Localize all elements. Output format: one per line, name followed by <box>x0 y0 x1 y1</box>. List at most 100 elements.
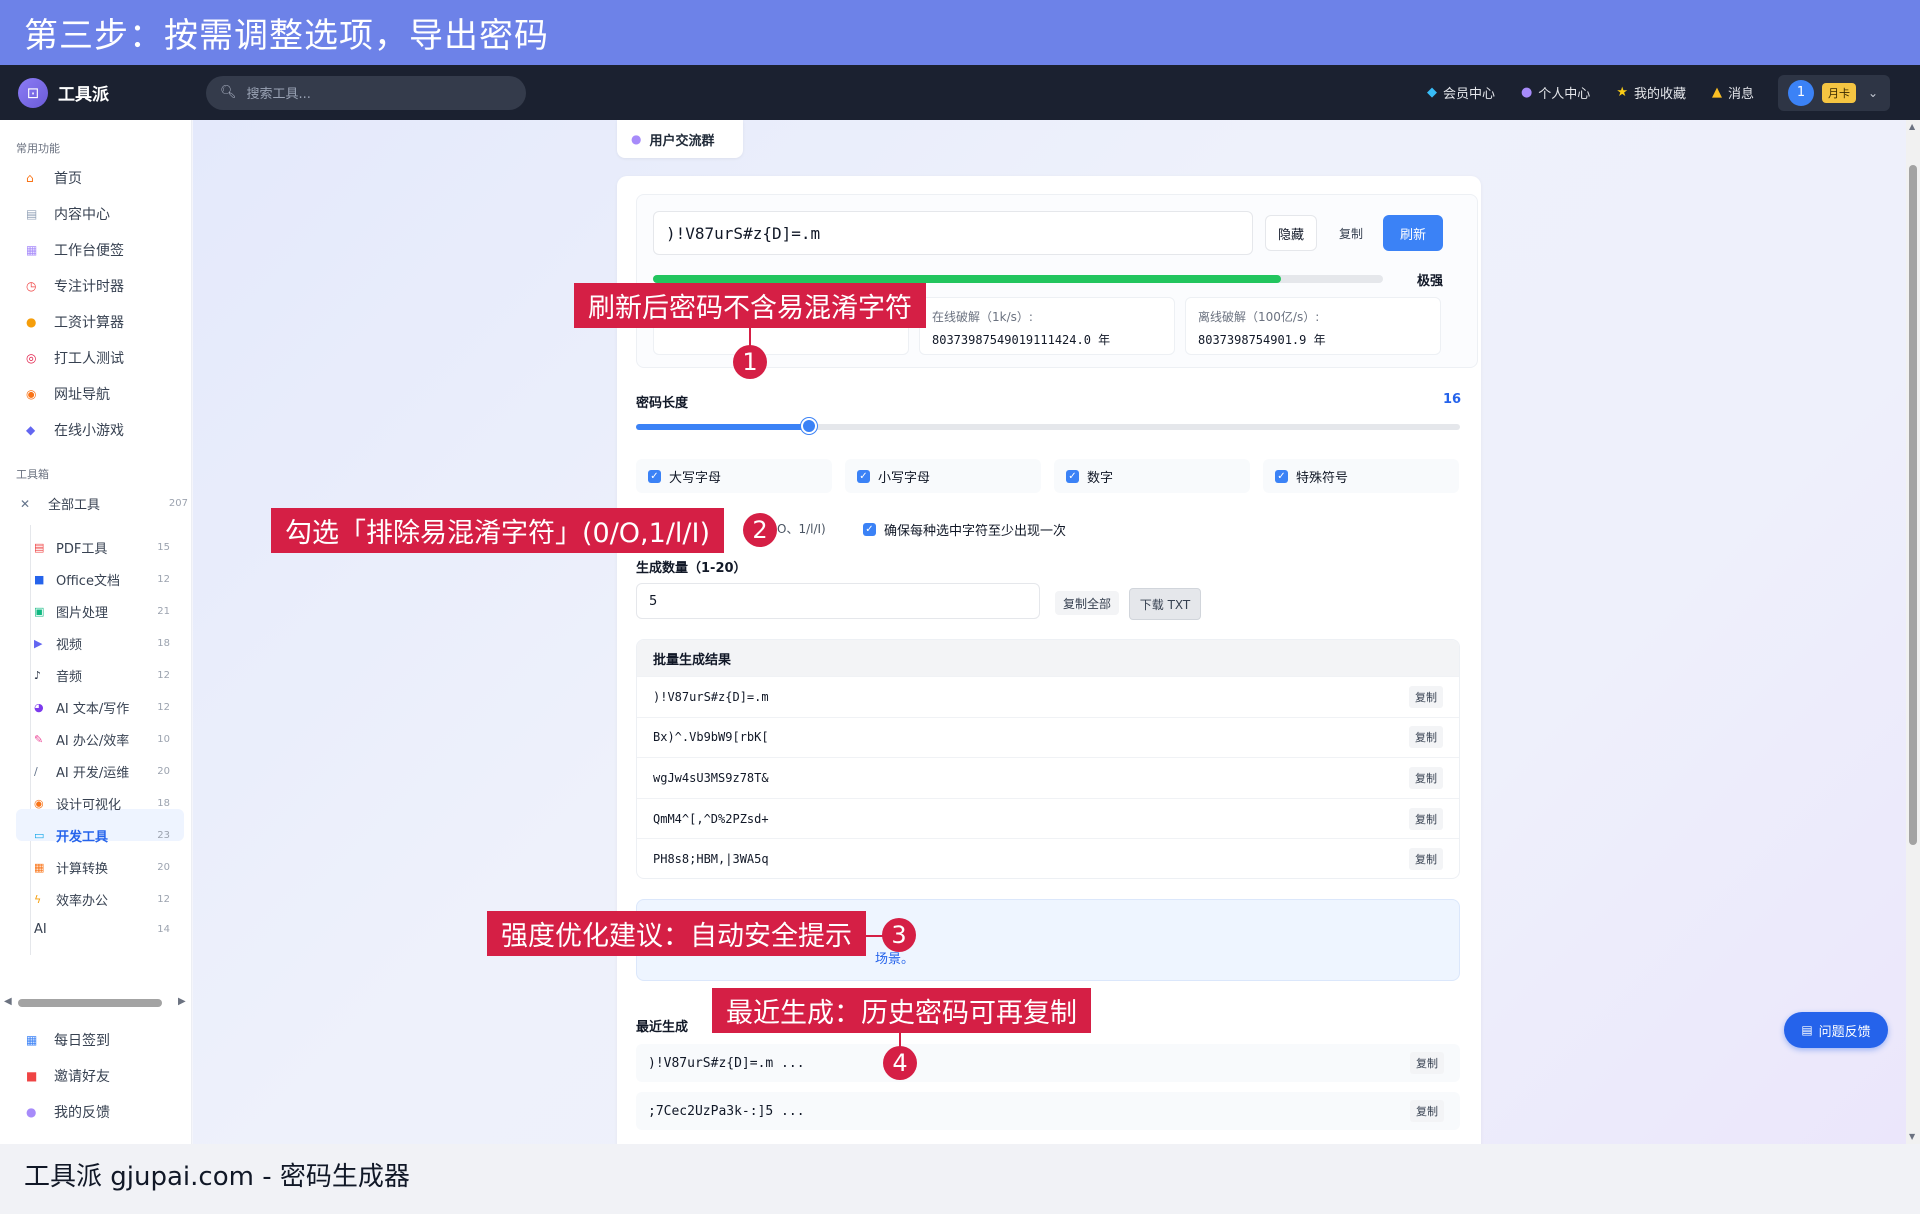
batch-row: QmM4^[,^D%2PZsd+ 复制 <box>637 797 1459 839</box>
recent-copy-button[interactable]: 复制 <box>1410 1052 1444 1074</box>
nav-personal-center[interactable]: ● 个人中心 <box>1521 83 1590 102</box>
option-lowercase[interactable]: ✓ 小写字母 <box>845 459 1041 493</box>
recent-copy-button[interactable]: 复制 <box>1410 1100 1444 1122</box>
copy-all-button[interactable]: 复制全部 <box>1055 591 1119 615</box>
user-menu[interactable]: 1 月卡 ⌄ <box>1778 74 1890 111</box>
option-label: 大写字母 <box>669 470 722 486</box>
logo[interactable]: ⊡ 工具派 <box>18 77 192 108</box>
tree-line <box>30 525 31 955</box>
option-digits[interactable]: ✓ 数字 <box>1054 459 1250 493</box>
sidebar-item-test[interactable]: ◎ 打工人测试 <box>26 348 124 368</box>
music-icon: ♪ <box>34 669 42 682</box>
sidebar-category-item[interactable]: ϟ 效率办公 12 <box>34 890 170 909</box>
scroll-up-arrow[interactable]: ▲ <box>1909 122 1915 131</box>
sidebar-item-invite[interactable]: ■ 邀请好友 <box>26 1066 110 1086</box>
option-ensure-each[interactable]: ✓ 确保每种选中字符至少出现一次 <box>863 520 1066 539</box>
sidebar-category-item[interactable]: ∕ AI 开发/运维 20 <box>34 762 170 781</box>
nav-messages[interactable]: ▲ 消息 <box>1712 83 1754 102</box>
sidebar-category-item[interactable]: ♪ 音频 12 <box>34 666 170 685</box>
sidebar-item-home[interactable]: ⌂ 首页 <box>26 168 82 188</box>
sidebar-category-item[interactable]: ▣ 图片处理 21 <box>34 602 170 621</box>
annotation-4-marker: 4 <box>883 1046 917 1080</box>
annotation-3: 强度优化建议：自动安全提示 <box>487 911 866 956</box>
length-label: 密码长度 <box>636 396 689 411</box>
group-chip-label: 用户交流群 <box>649 133 715 149</box>
search-placeholder: 搜索工具... <box>246 87 311 102</box>
batch-copy-button[interactable]: 复制 <box>1409 766 1443 789</box>
batch-copy-button[interactable]: 复制 <box>1409 807 1443 830</box>
option-uppercase[interactable]: ✓ 大写字母 <box>636 459 832 493</box>
strength-label: 极强 <box>1417 274 1444 289</box>
ai-office-icon: ✎ <box>34 733 44 746</box>
sidebar-item-notes[interactable]: ▦ 工作台便签 <box>26 240 124 260</box>
copy-button[interactable]: 复制 <box>1327 215 1375 251</box>
batch-password: )!V87urS#z{D]=.m <box>653 689 769 704</box>
gamepad-icon: ◆ <box>26 423 36 437</box>
sidebar-category-item[interactable]: ▭ 开发工具 23 <box>34 826 170 845</box>
hide-button[interactable]: 隐藏 <box>1265 215 1317 251</box>
scroll-down-arrow[interactable]: ▼ <box>1909 1132 1915 1141</box>
feedback-button[interactable]: ▤ 问题反馈 <box>1784 1012 1888 1048</box>
nav-member-center[interactable]: ◆ 会员中心 <box>1427 83 1495 102</box>
sidebar-category-item[interactable]: ◕ AI 文本/写作 12 <box>34 698 170 717</box>
refresh-button[interactable]: 刷新 <box>1383 215 1443 251</box>
chat-icon: ● <box>26 1105 37 1119</box>
user-group-link[interactable]: ● 用户交流群 <box>617 120 743 158</box>
slider-handle[interactable] <box>801 418 818 434</box>
batch-list: )!V87urS#z{D]=.m 复制 Bx)^.Vb9bW9[rbK[复制 wgJw… <box>637 676 1459 878</box>
count-input[interactable]: 5 <box>636 583 1040 619</box>
count-label: 生成数量（1-20） <box>636 561 747 576</box>
batch-copy-button[interactable]: 复制 <box>1409 848 1443 871</box>
chevron-down-icon: ⌄ <box>1868 85 1879 100</box>
timer-icon: ◷ <box>26 279 37 293</box>
compass-icon: ◉ <box>26 387 37 401</box>
option-symbols[interactable]: ✓ 特殊符号 <box>1263 459 1459 493</box>
scroll-right-arrow[interactable]: ▶ <box>178 996 186 1007</box>
sidebar-category-item[interactable]: ◉ 设计可视化 18 <box>34 794 170 813</box>
sidebar-item-all-tools[interactable]: ✕ 全部工具 207 <box>20 494 188 514</box>
annotation-1: 刷新后密码不含易混淆字符 <box>574 283 926 328</box>
sidebar-category-item[interactable]: ✎ AI 办公/效率 10 <box>34 730 170 749</box>
annotation-4-line <box>899 1033 901 1047</box>
password-panel: )!V87urS#z{D]=.m 隐藏 复制 刷新 极强 在线破解（1k/s）:… <box>636 194 1478 368</box>
sidebar-category-count: 21 <box>157 606 170 617</box>
batch-row: wgJw4sU3MS9z78T& 复制 <box>637 757 1459 798</box>
sidebar-category-item[interactable]: ▦ 计算转换 20 <box>34 858 170 877</box>
sidebar-item-label: 网址导航 <box>54 387 110 403</box>
sidebar-item-checkin[interactable]: ▦ 每日签到 <box>26 1030 110 1050</box>
batch-copy-button[interactable]: 复制 <box>1409 726 1443 749</box>
video-icon: ▶ <box>34 637 43 650</box>
password-output[interactable]: )!V87urS#z{D]=.m <box>653 211 1253 255</box>
length-slider[interactable] <box>636 424 1460 430</box>
annotation-2: 勾选「排除易混淆字符」(0/O,1/l/I) <box>271 508 725 553</box>
sidebar-category-item[interactable]: AI 14 <box>34 922 170 937</box>
home-icon: ⌂ <box>26 171 34 185</box>
ai-writing-icon: ◕ <box>34 701 44 714</box>
vertical-scrollbar-thumb[interactable] <box>1909 165 1917 845</box>
horizontal-scrollbar[interactable] <box>18 999 162 1007</box>
batch-copy-button[interactable]: 复制 <box>1409 685 1443 708</box>
sidebar-item-games[interactable]: ◆ 在线小游戏 <box>26 420 124 440</box>
option-exclude-ambiguous[interactable]: O、1/l/I) <box>777 520 826 537</box>
sidebar-category-item[interactable]: ▤ PDF工具 15 <box>34 538 170 557</box>
sidebar-item-salary[interactable]: ● 工资计算器 <box>26 312 124 332</box>
sidebar-item-label: 我的反馈 <box>54 1105 110 1121</box>
nav-label: 会员中心 <box>1442 87 1495 102</box>
sidebar-item-feedback[interactable]: ● 我的反馈 <box>26 1102 110 1122</box>
sidebar-category-count: 12 <box>157 702 170 713</box>
download-txt-button[interactable]: 下载 TXT <box>1129 588 1201 620</box>
sidebar-item-content[interactable]: ▤ 内容中心 <box>26 204 110 224</box>
sidebar-item-timer[interactable]: ◷ 专注计时器 <box>26 276 124 296</box>
toolbox-section-title: 工具箱 <box>16 468 49 481</box>
sidebar-category-item[interactable]: ▶ 视频 18 <box>34 634 170 653</box>
nav-favorites[interactable]: ★ 我的收藏 <box>1616 83 1686 102</box>
sidebar-item-nav[interactable]: ◉ 网址导航 <box>26 384 110 404</box>
laptop-icon: ▭ <box>34 829 45 842</box>
app-bar: ⊡ 工具派 🔍︎ 搜索工具... ◆ 会员中心 ● 个人中心 ★ 我的收藏 ▲ … <box>0 65 1920 120</box>
sidebar-category-item[interactable]: ■ Office文档 12 <box>34 570 170 589</box>
scroll-left-arrow[interactable]: ◀ <box>4 996 12 1007</box>
search-input[interactable]: 🔍︎ 搜索工具... <box>206 75 526 110</box>
batch-results: 批量生成结果 )!V87urS#z{D]=.m 复制 Bx)^.Vb9bW9[rbK… <box>636 639 1460 879</box>
sidebar-item-count: 207 <box>168 498 188 509</box>
crack-online-box: 在线破解（1k/s）: 80373987549019111424.0 年 <box>919 297 1175 355</box>
